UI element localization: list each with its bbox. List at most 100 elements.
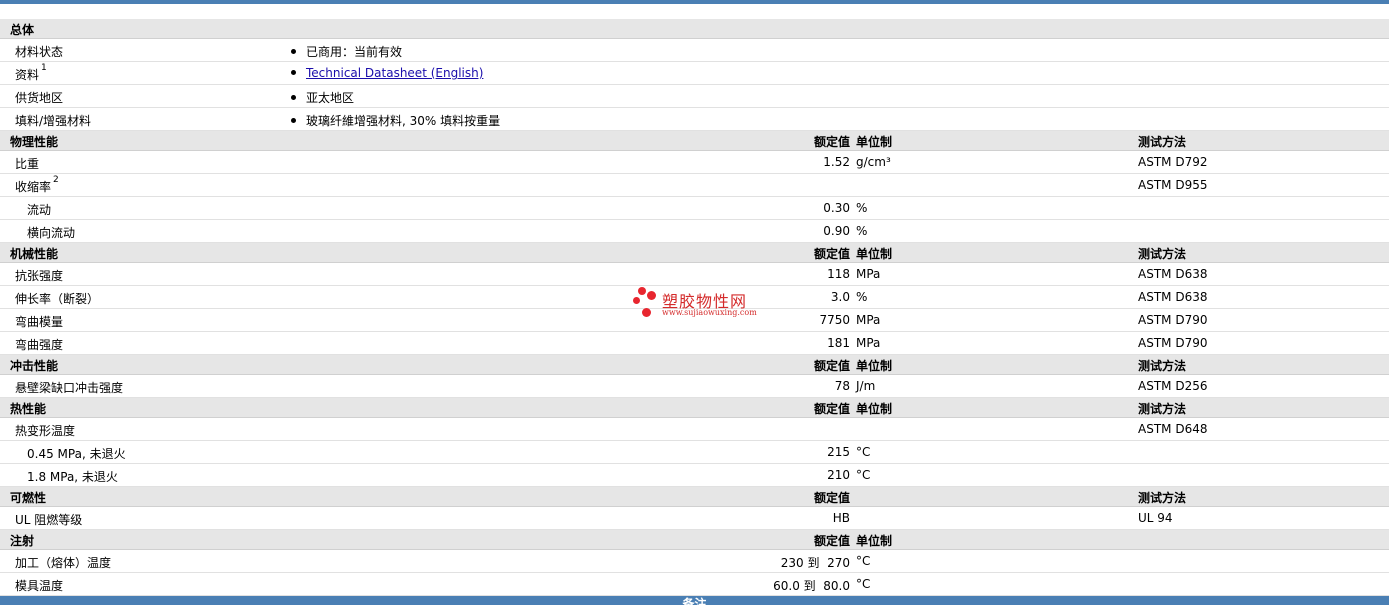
property-label: 供货地区 bbox=[15, 91, 64, 105]
table-row: 悬壁梁缺口冲击强度 78 J/m ASTM D256 bbox=[0, 375, 1389, 398]
bullet-icon bbox=[291, 70, 296, 75]
property-value: 7750 bbox=[819, 313, 850, 327]
property-label: 模具温度 bbox=[15, 579, 64, 593]
property-label: 伸长率（断裂） bbox=[15, 292, 100, 306]
column-header-value: 额定值 bbox=[813, 534, 850, 548]
datasheet-link[interactable]: Technical Datasheet (English) bbox=[306, 66, 483, 80]
bullet-icon bbox=[291, 49, 296, 54]
section-header-general: 总体 bbox=[0, 19, 1389, 39]
column-header-test: 测试方法 bbox=[1138, 135, 1187, 149]
property-label: 弯曲强度 bbox=[15, 338, 64, 352]
section-title: 可燃性 bbox=[10, 491, 47, 505]
table-row: 抗张强度 118 MPa ASTM D638 bbox=[0, 263, 1389, 286]
property-unit: % bbox=[856, 224, 868, 238]
table-row: 供货地区 亚太地区 bbox=[0, 85, 1389, 108]
table-row: 1.8 MPa, 未退火 210 °C bbox=[0, 464, 1389, 487]
column-header-unit: 单位制 bbox=[856, 247, 893, 261]
table-row: 材料状态 已商用：当前有效 bbox=[0, 39, 1389, 62]
property-label: 抗张强度 bbox=[15, 269, 64, 283]
column-header-value: 额定值 bbox=[813, 402, 850, 416]
property-value: 181 bbox=[827, 336, 850, 350]
property-value: 230 到 270 bbox=[780, 556, 850, 570]
test-method: ASTM D792 bbox=[1138, 155, 1208, 169]
logo-dot-icon bbox=[633, 297, 640, 304]
section-header-physical: 物理性能 额定值 单位制 测试方法 bbox=[0, 131, 1389, 151]
section-header-mechanical: 机械性能 额定值 单位制 测试方法 bbox=[0, 243, 1389, 263]
property-label: 材料状态 bbox=[15, 45, 64, 59]
property-label: 横向流动 bbox=[27, 226, 76, 240]
test-method: ASTM D790 bbox=[1138, 313, 1208, 327]
property-unit: °C bbox=[856, 577, 871, 591]
property-value: 1.52 bbox=[823, 155, 850, 169]
table-row: 加工（熔体）温度 230 到 270 °C bbox=[0, 550, 1389, 573]
property-label: 资料 1 bbox=[15, 63, 47, 82]
column-header-value: 额定值 bbox=[813, 359, 850, 373]
footer-title: 备注 bbox=[682, 597, 707, 605]
property-label: 悬壁梁缺口冲击强度 bbox=[15, 381, 124, 395]
column-header-unit: 单位制 bbox=[856, 135, 893, 149]
table-row: 收缩率 2 ASTM D955 bbox=[0, 174, 1389, 197]
table-row: UL 阻燃等级 HB UL 94 bbox=[0, 507, 1389, 530]
section-title: 热性能 bbox=[10, 402, 47, 416]
column-header-test: 测试方法 bbox=[1138, 402, 1187, 416]
property-value: 玻璃纤維增强材料, 30% 填料按重量 bbox=[291, 112, 500, 129]
logo-dot-icon bbox=[642, 308, 651, 317]
table-row: 弯曲强度 181 MPa ASTM D790 bbox=[0, 332, 1389, 355]
section-title: 总体 bbox=[10, 23, 35, 37]
property-unit: g/cm³ bbox=[856, 155, 891, 169]
property-value: 亚太地区 bbox=[291, 89, 354, 106]
test-method: ASTM D638 bbox=[1138, 290, 1208, 304]
property-label: 0.45 MPa, 未退火 bbox=[27, 447, 126, 461]
section-title: 冲击性能 bbox=[10, 359, 59, 373]
property-label: 1.8 MPa, 未退火 bbox=[27, 470, 118, 484]
property-unit: J/m bbox=[856, 379, 876, 393]
property-value: 0.30 bbox=[823, 201, 850, 215]
property-unit: % bbox=[856, 290, 868, 304]
bullet-icon bbox=[291, 118, 296, 123]
section-header-impact: 冲击性能 额定值 单位制 测试方法 bbox=[0, 355, 1389, 375]
logo-dot-icon bbox=[647, 291, 656, 300]
property-label: 加工（熔体）温度 bbox=[15, 556, 112, 570]
test-method: ASTM D256 bbox=[1138, 379, 1208, 393]
table-row: 填料/增强材料 玻璃纤維增强材料, 30% 填料按重量 bbox=[0, 108, 1389, 131]
test-method: ASTM D638 bbox=[1138, 267, 1208, 281]
footer-notes-bar: 备注 bbox=[0, 596, 1389, 605]
property-label: 比重 bbox=[15, 157, 40, 171]
section-title: 物理性能 bbox=[10, 135, 59, 149]
top-bar bbox=[0, 0, 1389, 4]
table-row: 横向流动 0.90 % bbox=[0, 220, 1389, 243]
property-value: 210 bbox=[827, 468, 850, 482]
column-header-value: 额定值 bbox=[813, 247, 850, 261]
property-unit: MPa bbox=[856, 336, 881, 350]
property-label: 弯曲模量 bbox=[15, 315, 64, 329]
logo-dot-icon bbox=[638, 287, 646, 295]
property-label: 流动 bbox=[27, 203, 52, 217]
section-title: 注射 bbox=[10, 534, 35, 548]
section-header-injection: 注射 额定值 单位制 bbox=[0, 530, 1389, 550]
table-row: 资料 1 Technical Datasheet (English) bbox=[0, 62, 1389, 85]
property-value: 118 bbox=[827, 267, 850, 281]
table-row: 热变形温度 ASTM D648 bbox=[0, 418, 1389, 441]
property-value: 215 bbox=[827, 445, 850, 459]
table-row: 流动 0.30 % bbox=[0, 197, 1389, 220]
property-unit: % bbox=[856, 201, 868, 215]
property-unit: MPa bbox=[856, 313, 881, 327]
column-header-test: 测试方法 bbox=[1138, 491, 1187, 505]
column-header-value: 额定值 bbox=[813, 491, 850, 505]
section-header-thermal: 热性能 额定值 单位制 测试方法 bbox=[0, 398, 1389, 418]
column-header-value: 额定值 bbox=[813, 135, 850, 149]
property-value: 0.90 bbox=[823, 224, 850, 238]
column-header-test: 测试方法 bbox=[1138, 359, 1187, 373]
test-method: UL 94 bbox=[1138, 511, 1173, 525]
property-unit: °C bbox=[856, 468, 871, 482]
property-unit: °C bbox=[856, 554, 871, 568]
property-label: 热变形温度 bbox=[15, 424, 76, 438]
bullet-icon bbox=[291, 95, 296, 100]
property-label: 收缩率 2 bbox=[15, 175, 59, 194]
section-title: 机械性能 bbox=[10, 247, 59, 261]
property-value: 已商用：当前有效 bbox=[291, 43, 402, 60]
column-header-unit: 单位制 bbox=[856, 402, 893, 416]
section-header-flammability: 可燃性 额定值 测试方法 bbox=[0, 487, 1389, 507]
table-row: 模具温度 60.0 到 80.0 °C bbox=[0, 573, 1389, 596]
column-header-unit: 单位制 bbox=[856, 359, 893, 373]
